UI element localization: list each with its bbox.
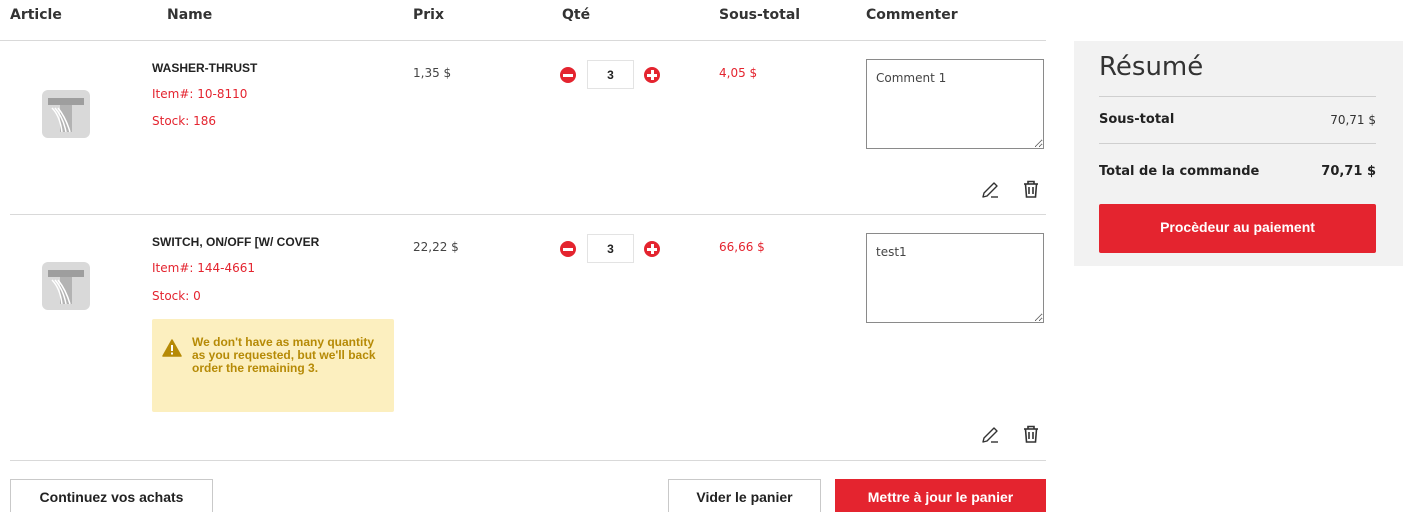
header-price: Prix <box>413 7 444 23</box>
header-comment: Commenter <box>866 7 958 23</box>
stock-count: Stock: 186 <box>152 114 216 128</box>
cart-table-header: Article Name Prix Qté Sous-total Comment… <box>0 0 1046 41</box>
increase-qty-button[interactable] <box>644 67 660 83</box>
quantity-stepper <box>560 60 670 89</box>
summary-total-value: 70,71 $ <box>1321 164 1376 179</box>
continue-shopping-button[interactable]: Continuez vos achats <box>10 479 213 512</box>
comment-field[interactable]: test1 <box>866 233 1044 323</box>
empty-cart-button[interactable]: Vider le panier <box>668 479 821 512</box>
pencil-icon[interactable] <box>980 180 1000 200</box>
comment-field[interactable]: Comment 1 <box>866 59 1044 149</box>
divider <box>1099 96 1376 97</box>
header-name: Name <box>167 7 213 23</box>
pencil-icon[interactable] <box>980 425 1000 445</box>
decrease-qty-button[interactable] <box>560 241 576 257</box>
item-number: Item#: 144-4661 <box>152 261 256 275</box>
line-subtotal: 66,66 $ <box>719 240 765 254</box>
cart-row: WASHER-THRUST Item#: 10-8110 Stock: 186 … <box>10 41 1046 215</box>
increase-qty-button[interactable] <box>644 241 660 257</box>
cart-row: SWITCH, ON/OFF [W/ COVER Item#: 144-4661… <box>10 215 1046 461</box>
quantity-input[interactable] <box>587 60 634 89</box>
unit-price: 1,35 $ <box>413 66 452 80</box>
decrease-qty-button[interactable] <box>560 67 576 83</box>
unit-price: 22,22 $ <box>413 240 459 254</box>
summary-title: Résumé <box>1099 52 1204 82</box>
product-logo-icon[interactable] <box>42 90 90 138</box>
trash-icon[interactable] <box>1021 179 1041 199</box>
product-name[interactable]: SWITCH, ON/OFF [W/ COVER <box>152 235 319 249</box>
summary-subtotal-value: 70,71 $ <box>1330 113 1376 127</box>
header-subtotal: Sous-total <box>719 7 801 23</box>
line-subtotal: 4,05 $ <box>719 66 758 80</box>
order-summary: Résumé Sous-total 70,71 $ Total de la co… <box>1074 41 1403 266</box>
warning-message: We don't have as many quantity as you re… <box>192 335 376 375</box>
trash-icon[interactable] <box>1021 424 1041 444</box>
product-logo-icon[interactable] <box>42 262 90 310</box>
summary-total-label: Total de la commande <box>1099 164 1260 179</box>
quantity-input[interactable] <box>587 234 634 263</box>
summary-subtotal-label: Sous-total <box>1099 112 1175 127</box>
header-qty: Qté <box>562 7 591 23</box>
divider <box>1099 143 1376 144</box>
stock-count: Stock: 0 <box>152 289 201 303</box>
item-number: Item#: 10-8110 <box>152 87 248 101</box>
product-name[interactable]: WASHER-THRUST <box>152 61 257 75</box>
quantity-stepper <box>560 234 670 263</box>
header-article: Article <box>10 7 62 23</box>
warning-icon <box>162 339 182 357</box>
checkout-button[interactable]: Procèdeur au paiement <box>1099 204 1376 253</box>
backorder-warning: We don't have as many quantity as you re… <box>152 319 394 412</box>
update-cart-button[interactable]: Mettre à jour le panier <box>835 479 1046 512</box>
